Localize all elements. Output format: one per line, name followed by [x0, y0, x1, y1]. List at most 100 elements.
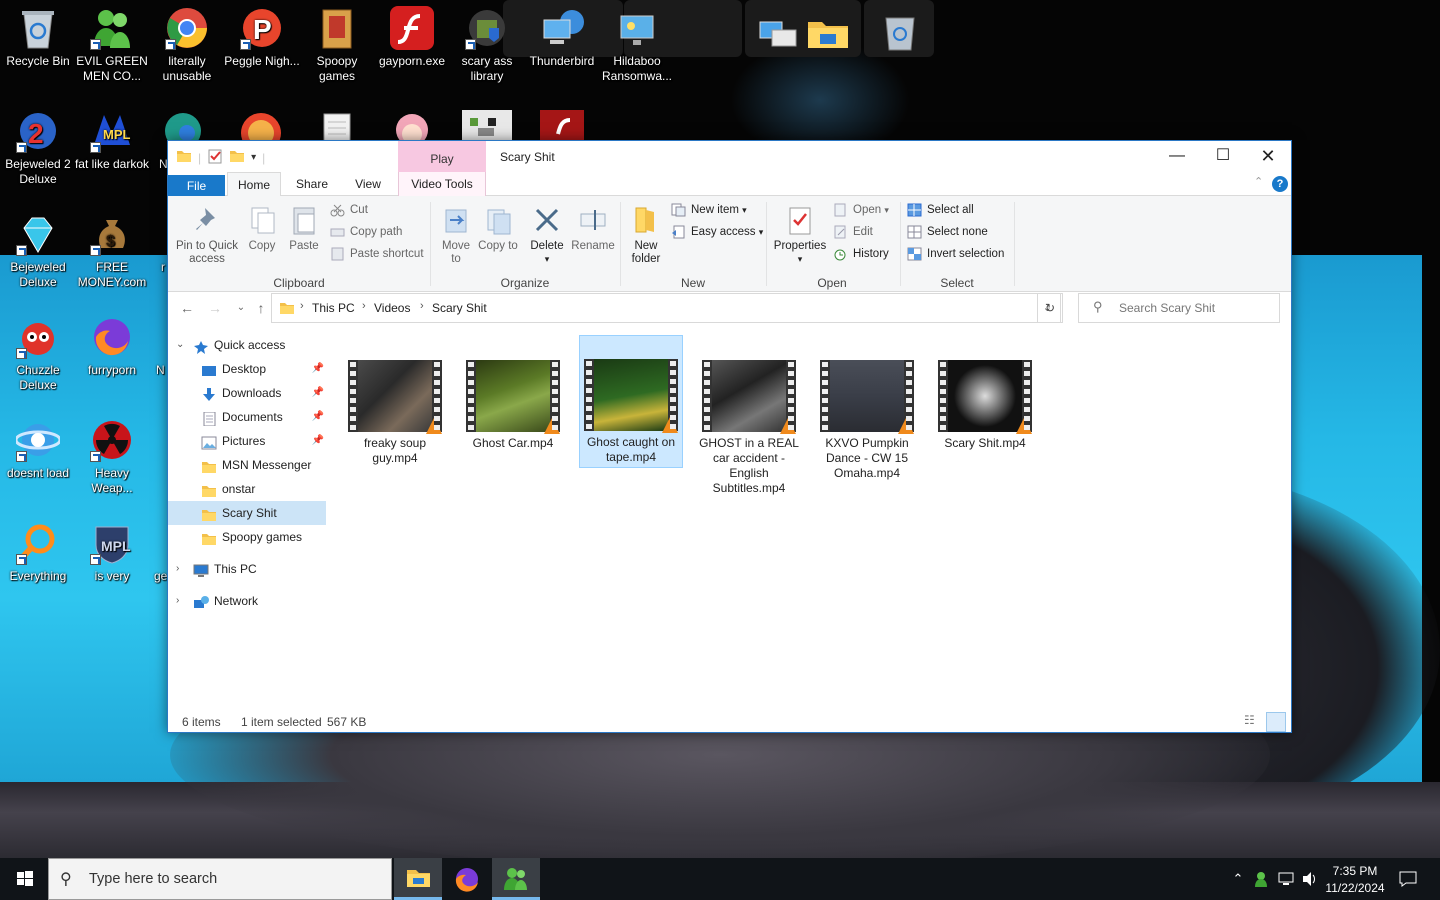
nav-item-downloads[interactable]: Downloads 📌 [168, 381, 326, 405]
desktop-icon-doesnt-load[interactable]: doesnt load [0, 412, 76, 481]
messenger-tray-icon[interactable] [1252, 858, 1274, 900]
search-input[interactable]: Search Scary Shit [1078, 293, 1280, 323]
edit-button[interactable]: Edit [833, 223, 873, 241]
desktop-icon-peggle[interactable]: P Peggle Nigh... [224, 0, 300, 69]
volume-icon[interactable] [1299, 858, 1321, 900]
file-item[interactable]: GHOST in a REAL car accident - English S… [697, 336, 801, 496]
file-item-selected[interactable]: Ghost caught on tape.mp4 [579, 335, 683, 468]
taskbar-search-input[interactable]: Type here to search [48, 858, 392, 900]
desktop-icon-everything[interactable]: Everything [0, 515, 76, 584]
notifications-button[interactable] [1394, 858, 1422, 900]
copy-path-button[interactable]: Copy path [330, 223, 402, 241]
folder-icon [201, 482, 217, 497]
desktop-icon-scary-library[interactable]: scary ass library [449, 0, 525, 84]
details-view-icon[interactable]: ☷ [1244, 713, 1264, 731]
paste-shortcut-button[interactable]: Paste shortcut [330, 245, 424, 263]
breadcrumb-videos[interactable]: Videos [374, 301, 410, 315]
status-size: 567 KB [327, 715, 367, 729]
forward-button[interactable]: → [205, 297, 225, 319]
paste-button[interactable]: Paste [284, 204, 324, 253]
file-item[interactable]: freaky soup guy.mp4 [343, 336, 447, 466]
folder-icon [279, 301, 295, 318]
new-folder-button[interactable]: New folder [626, 204, 666, 266]
copy-to-button[interactable]: Copy to [478, 204, 518, 253]
desktop-icon-spoopy-games[interactable]: Spoopy games [299, 0, 375, 84]
desktop-icon-chrome[interactable]: literally unusable [149, 0, 225, 84]
desktop-icon-chuzzle[interactable]: Chuzzle Deluxe [0, 309, 76, 393]
network-icon[interactable] [1276, 858, 1298, 900]
back-button[interactable]: ← [177, 297, 197, 319]
messenger-people-icon [504, 868, 527, 890]
breadcrumb-scary-shit[interactable]: Scary Shit [432, 301, 487, 315]
properties-button[interactable]: Properties ▾ [770, 204, 830, 266]
tab-video-tools[interactable]: Video Tools [398, 172, 486, 196]
properties-icon[interactable] [207, 148, 223, 167]
nav-item-spoopy-games[interactable]: Spoopy games [168, 525, 326, 549]
tab-share[interactable]: Share [288, 172, 336, 196]
nav-item-documents[interactable]: Documents 📌 [168, 405, 326, 429]
nav-label: Documents [222, 410, 283, 424]
nav-this-pc[interactable]: › This PC [168, 557, 326, 581]
file-item[interactable]: Scary Shit.mp4 [933, 336, 1037, 451]
tab-view[interactable]: View [344, 172, 392, 196]
customize-qat-icon[interactable]: ▾ [251, 152, 256, 163]
recent-locations-button[interactable]: ⌄ [231, 297, 251, 319]
up-button[interactable]: ↑ [251, 297, 271, 319]
desktop-icon-bejeweled[interactable]: Bejeweled Deluxe [0, 206, 76, 290]
cut-button[interactable]: Cut [330, 201, 368, 219]
start-button[interactable] [0, 858, 48, 900]
desktop-icon-gayporn-exe[interactable]: gayporn.exe [374, 0, 450, 69]
desktop-icon-hildaboo[interactable]: Hildaboo Ransomwa... [599, 0, 675, 84]
file-item[interactable]: Ghost Car.mp4 [461, 336, 565, 451]
nav-item-onstar[interactable]: onstar [168, 477, 326, 501]
close-button[interactable]: ✕ [1245, 141, 1291, 172]
desktop-icon-heavy-weapon[interactable]: Heavy Weap... [74, 412, 150, 496]
easy-access-button[interactable]: Easy access ▾ [671, 223, 763, 241]
collapse-ribbon-icon[interactable]: ⌃ [1254, 175, 1263, 188]
context-tab-play[interactable]: Play [398, 141, 486, 172]
show-hidden-icons-button[interactable]: ⌃ [1228, 858, 1248, 900]
select-all-button[interactable]: Select all [907, 201, 974, 219]
taskbar-firefox[interactable] [443, 858, 491, 900]
nav-item-desktop[interactable]: Desktop 📌 [168, 357, 326, 381]
new-folder-icon[interactable] [229, 149, 245, 166]
folder-icon [407, 870, 430, 887]
desktop-icon-recycle-bin[interactable]: Recycle Bin [0, 0, 76, 69]
copy-button[interactable]: Copy [242, 204, 282, 253]
taskbar-file-explorer[interactable] [394, 858, 442, 900]
nav-quick-access[interactable]: ⌄ Quick access [168, 333, 326, 357]
move-to-button[interactable]: Move to [436, 204, 476, 266]
history-button[interactable]: History [833, 245, 889, 263]
nav-item-msn-messenger[interactable]: MSN Messenger [168, 453, 326, 477]
desktop-icon-evil-green-men[interactable]: EVIL GREEN MEN CO... [74, 0, 150, 84]
clock[interactable]: 7:35 PM 11/22/2024 [1320, 863, 1390, 897]
address-bar[interactable]: › This PC › Videos › Scary Shit ⌄ [271, 293, 1061, 323]
large-icons-view-icon[interactable] [1266, 712, 1286, 732]
invert-selection-button[interactable]: Invert selection [907, 245, 1004, 263]
delete-button[interactable]: Delete ▾ [524, 204, 570, 266]
nav-item-pictures[interactable]: Pictures 📌 [168, 429, 326, 453]
maximize-button[interactable]: ☐ [1200, 141, 1246, 172]
tab-home[interactable]: Home [227, 172, 281, 197]
nav-network[interactable]: › Network [168, 589, 326, 613]
pin-quick-access-button[interactable]: Pin to Quick access [174, 204, 240, 266]
nav-item-scary-shit[interactable]: Scary Shit [168, 501, 326, 525]
open-button[interactable]: Open ▾ [833, 201, 889, 219]
invert-selection-icon [907, 247, 922, 261]
computers-icon [758, 20, 798, 50]
file-item[interactable]: KXVO Pumpkin Dance - CW 15 Omaha.mp4 [815, 336, 919, 481]
select-none-button[interactable]: Select none [907, 223, 988, 241]
breadcrumb-this-pc[interactable]: This PC [312, 301, 355, 315]
desktop-icon-bejeweled2[interactable]: 2 Bejeweled 2 Deluxe [0, 103, 76, 187]
desktop-icon-thunderbird[interactable]: Thunderbird [524, 0, 600, 69]
refresh-button[interactable]: ↻ [1037, 293, 1063, 323]
file-name: Ghost Car.mp4 [472, 436, 554, 450]
new-item-button[interactable]: New item ▾ [671, 201, 747, 219]
notification-icon [1399, 871, 1417, 887]
taskbar-messenger[interactable] [492, 858, 540, 900]
rename-button[interactable]: Rename [570, 204, 616, 253]
download-arrow-icon [201, 386, 217, 401]
minimize-button[interactable]: — [1154, 141, 1200, 172]
desktop-icon-label: EVIL GREEN MEN CO... [76, 54, 148, 83]
help-icon[interactable]: ? [1272, 176, 1288, 192]
